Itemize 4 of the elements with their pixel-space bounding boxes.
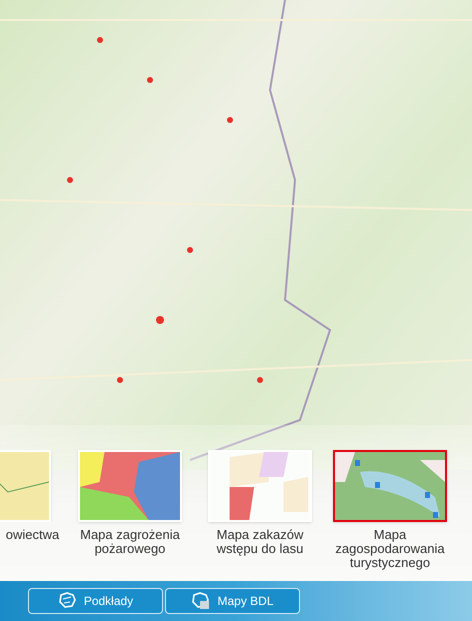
map-stack-icon	[191, 591, 212, 611]
toolbar-button[interactable]: Mapy BDL	[165, 588, 300, 614]
map-outline-icon	[58, 591, 78, 611]
toolbar-button[interactable]: Podkłady	[28, 588, 163, 614]
